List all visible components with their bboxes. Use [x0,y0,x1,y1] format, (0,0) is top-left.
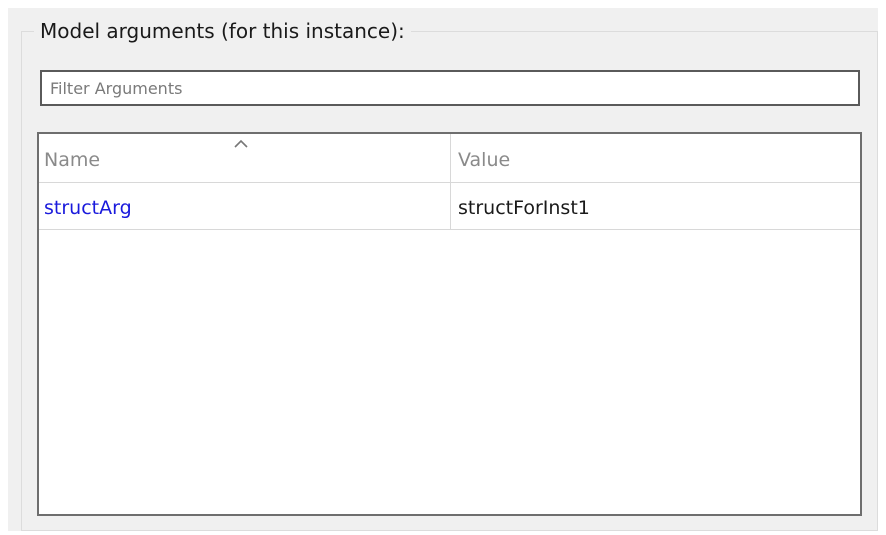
column-header-value[interactable]: Value [451,134,860,182]
table-row[interactable]: structArg structForInst1 [39,183,860,230]
group-title: Model arguments (for this instance): [34,18,411,44]
column-header-name[interactable]: Name [39,134,451,182]
filter-arguments-input[interactable] [40,70,860,106]
argument-name-cell[interactable]: structArg [39,183,451,229]
table-header: Name Value [39,134,860,183]
chevron-up-icon [234,139,248,148]
argument-value-cell[interactable]: structForInst1 [451,183,860,229]
column-header-value-label: Value [458,149,511,171]
arguments-table: Name Value structArg structForInst1 [37,132,862,516]
model-arguments-panel: Model arguments (for this instance): Nam… [8,8,878,531]
column-header-name-label: Name [44,149,101,171]
